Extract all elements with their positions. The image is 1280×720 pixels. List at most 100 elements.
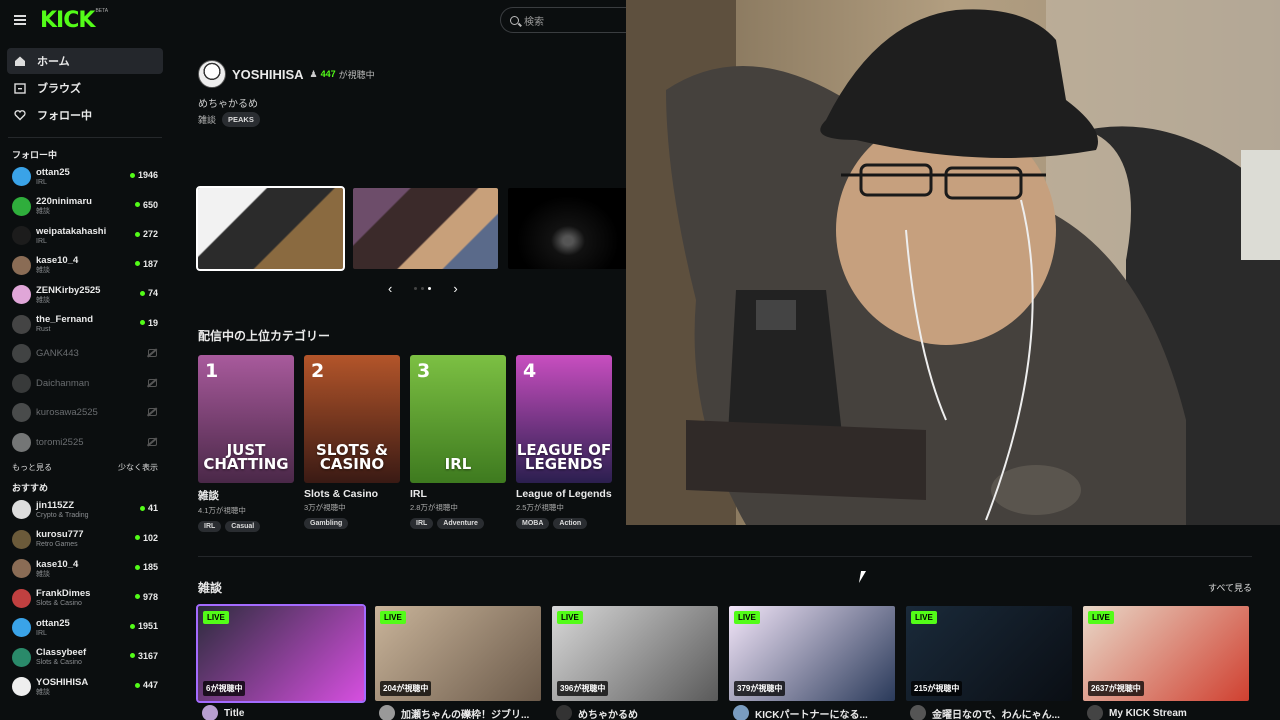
category-tag[interactable]: Action — [553, 518, 588, 529]
home-icon — [13, 54, 27, 68]
stream-card[interactable]: LIVE 396が視聴中めちゃかるめ — [552, 606, 718, 720]
live-badge: LIVE — [380, 611, 406, 624]
nav-home[interactable]: ホーム — [7, 48, 163, 74]
stream-thumbnail[interactable]: LIVE 215が視聴中 — [906, 606, 1072, 701]
category-viewers: 4.1万が視聴中 — [198, 506, 246, 515]
stream-card[interactable]: LIVE 6が視聴中 Title — [196, 604, 366, 720]
menu-icon[interactable] — [0, 0, 40, 40]
streamer-avatar[interactable] — [379, 705, 395, 720]
stream-thumbnail[interactable]: LIVE 6が視聴中 — [196, 604, 366, 703]
featured-category[interactable]: 雑談 — [198, 113, 216, 126]
video-player[interactable] — [626, 0, 1280, 525]
sidebar-channel[interactable]: kase10_4 雑談 187 — [0, 251, 170, 281]
video-off-icon — [148, 437, 157, 446]
see-all-link[interactable]: すべて見る — [1208, 581, 1252, 594]
channel-text: FrankDimes Slots & Casino — [36, 588, 90, 608]
kick-logo[interactable]: KICKBETA — [40, 8, 108, 33]
category-tag[interactable]: MOBA — [516, 518, 550, 529]
category-name[interactable]: 雑談 — [198, 488, 294, 503]
category-card[interactable]: 2 SLOTS & CASINO Slots & Casino 3万が視聴中 Gambl… — [304, 355, 400, 532]
streamer-avatar[interactable] — [733, 705, 749, 720]
category-name[interactable]: League of Legends — [516, 488, 612, 500]
stream-title[interactable]: 金曜日なので、わんにゃん... — [932, 706, 1060, 720]
sidebar-channel[interactable]: the_Fernand Rust 19 — [0, 310, 170, 340]
chevron-left-icon[interactable]: ‹ — [388, 281, 392, 296]
streamer-avatar[interactable] — [910, 705, 926, 720]
category-image[interactable]: 3 IRL — [410, 355, 506, 483]
sidebar-channel[interactable]: ottan25 IRL 1951 — [0, 613, 170, 643]
stream-card[interactable]: LIVE 215が視聴中金曜日なので、わんにゃん... — [906, 606, 1072, 720]
channel-avatar — [12, 677, 31, 697]
category-tag[interactable]: Gambling — [304, 518, 349, 529]
category-image[interactable]: 4 LEAGUE OF LEGENDS — [516, 355, 612, 483]
chat-section-title[interactable]: 雑談 — [198, 579, 222, 596]
sidebar-channel[interactable]: ZENKirby2525 雑談 74 — [0, 280, 170, 310]
sidebar-channel[interactable]: jin115ZZ Crypto & Trading 41 — [0, 495, 170, 525]
nav-browse[interactable]: ブラウズ — [7, 75, 163, 101]
stream-title[interactable]: Title — [224, 708, 244, 719]
nav-following[interactable]: フォロー中 — [7, 102, 163, 128]
stream-thumbnail[interactable]: LIVE 396が視聴中 — [552, 606, 718, 701]
channel-text: the_Fernand Rust — [36, 314, 93, 334]
search-input[interactable]: 検索 — [500, 7, 640, 33]
streamer-avatar[interactable] — [1087, 705, 1103, 720]
top-categories-list: 1 JUST CHATTING 雑談 4.1万が視聴中 IRL Casual 2 SLOTS … — [198, 355, 612, 532]
featured-channel-name[interactable]: YOSHIHISA — [232, 67, 304, 82]
sidebar-channel-offline[interactable]: GANK443 — [0, 339, 170, 369]
featured-avatar[interactable] — [198, 60, 226, 88]
category-tag[interactable]: Casual — [225, 521, 261, 532]
sidebar-channel[interactable]: kase10_4 雑談 185 — [0, 554, 170, 584]
live-dot-icon — [129, 172, 135, 178]
sidebar-channel-offline[interactable]: toromi2525 — [0, 428, 170, 458]
stream-card[interactable]: LIVE 379が視聴中 KICKパートナーになる... — [729, 606, 895, 720]
viewers-icon: ♟ — [309, 68, 318, 79]
stream-title[interactable]: KICKパートナーになる... — [755, 706, 868, 720]
category-tag[interactable]: IRL — [410, 518, 434, 529]
channel-name: GANK443 — [36, 348, 79, 360]
category-tag[interactable]: Adventure — [437, 518, 484, 529]
sidebar-channel[interactable]: 220ninimaru 雑談 650 — [0, 192, 170, 222]
stream-title[interactable]: めちゃかるめ — [578, 706, 638, 720]
category-tag[interactable]: IRL — [198, 521, 222, 532]
carousel-controls: ‹ › — [388, 281, 458, 296]
stream-thumbnail[interactable]: LIVE 379が視聴中 — [729, 606, 895, 701]
category-name[interactable]: IRL — [410, 488, 506, 500]
sidebar-channel[interactable]: ottan25 IRL 1946 — [0, 162, 170, 192]
category-card[interactable]: 4 LEAGUE OF LEGENDS League of Legends 2.5万が… — [516, 355, 612, 532]
featured-tag[interactable]: PEAKS — [222, 112, 260, 127]
carousel-thumb[interactable] — [353, 188, 498, 269]
streamer-avatar[interactable] — [556, 705, 572, 720]
category-name[interactable]: Slots & Casino — [304, 488, 400, 500]
stream-card[interactable]: LIVE 2637が視聴中 My KICK Stream — [1083, 606, 1249, 720]
channel-viewers: 272 — [134, 229, 158, 239]
category-viewers: 2.5万が視聴中 — [516, 503, 564, 512]
stream-thumbnail[interactable]: LIVE 2637が視聴中 — [1083, 606, 1249, 701]
stream-thumbnail[interactable]: LIVE 204が視聴中 — [375, 606, 541, 701]
chevron-right-icon[interactable]: › — [453, 281, 457, 296]
sidebar-channel-offline[interactable]: kurosawa2525 — [0, 398, 170, 428]
following-heading: フォロー中 — [12, 150, 58, 160]
category-card[interactable]: 1 JUST CHATTING 雑談 4.1万が視聴中 IRL Casual — [198, 355, 294, 532]
carousel-thumb[interactable] — [196, 186, 345, 271]
channel-viewers: 74 — [139, 288, 158, 298]
carousel-thumb[interactable] — [508, 188, 628, 269]
live-dot-icon — [134, 594, 140, 599]
show-less-button[interactable]: 少なく表示 — [118, 462, 158, 473]
category-card[interactable]: 3 IRL IRL 2.8万が視聴中 IRL Adventure — [410, 355, 506, 532]
sidebar-channel[interactable]: FrankDimes Slots & Casino 978 — [0, 584, 170, 614]
sidebar-divider — [8, 137, 162, 138]
channel-viewers: 187 — [134, 259, 158, 269]
sidebar-channel[interactable]: Classybeef Slots & Casino 3167 — [0, 643, 170, 673]
category-image[interactable]: 2 SLOTS & CASINO — [304, 355, 400, 483]
sidebar-channel[interactable]: weipatakahashi IRL 272 — [0, 221, 170, 251]
sidebar-channel[interactable]: YOSHIHISA 雑談 447 — [0, 672, 170, 702]
channel-category: Slots & Casino — [36, 600, 82, 608]
streamer-avatar[interactable] — [202, 705, 218, 720]
stream-card[interactable]: LIVE 204が視聴中加瀬ちゃんの礫枠！ジブリ... — [375, 606, 541, 720]
sidebar-channel-offline[interactable]: Daichanman — [0, 369, 170, 399]
stream-title[interactable]: My KICK Stream — [1109, 708, 1187, 719]
sidebar-channel[interactable]: kurosu777 Retro Games 102 — [0, 525, 170, 555]
stream-title[interactable]: 加瀬ちゃんの礫枠！ジブリ... — [401, 706, 529, 720]
category-image[interactable]: 1 JUST CHATTING — [198, 355, 294, 483]
show-more-button[interactable]: もっと見る — [12, 462, 52, 473]
